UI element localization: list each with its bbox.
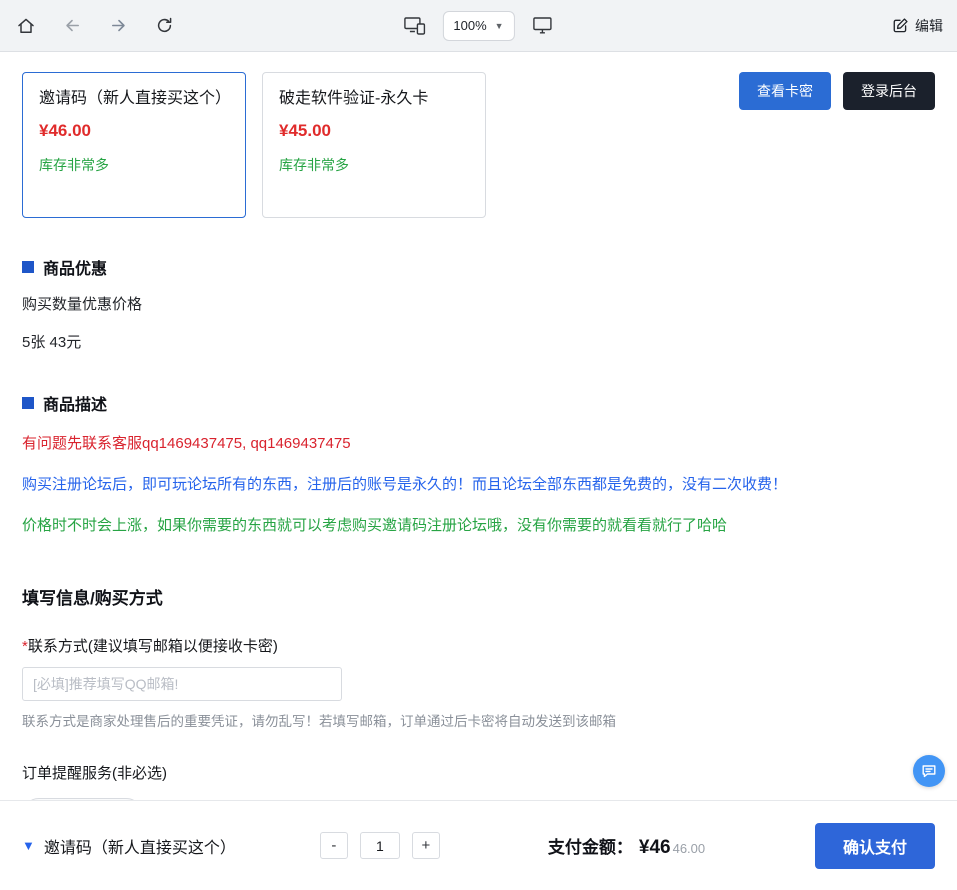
back-arrow-icon	[63, 16, 82, 35]
description-info-line: 购买注册论坛后，即可玩论坛所有的东西，注册后的账号是永久的！而且论坛全部东西都是…	[22, 473, 935, 497]
product-name: 破走软件验证-永久卡	[279, 87, 469, 111]
header-actions: 查看卡密 登录后台	[739, 72, 935, 110]
pay-amount-value: ¥46	[639, 837, 671, 859]
responsive-view-button[interactable]	[402, 14, 426, 38]
home-button[interactable]	[14, 14, 38, 38]
customer-service-button[interactable]	[913, 755, 945, 787]
product-price: ¥45.00	[279, 121, 469, 141]
selected-product-toggle[interactable]: ▼ 邀请码（新人直接买这个）	[22, 834, 236, 858]
promo-section-heading: 商品优惠	[22, 255, 935, 279]
reminder-section-label: 订单提醒服务(非必选)	[22, 762, 935, 783]
promo-line-1: 购买数量优惠价格	[22, 294, 935, 317]
pay-amount-label: 支付金额：	[548, 833, 633, 858]
selected-product-name: 邀请码（新人直接买这个）	[44, 834, 236, 858]
description-title: 商品描述	[43, 391, 107, 415]
edit-label: 编辑	[915, 16, 943, 36]
description-price-line: 价格时不时会上涨，如果你需要的东西就可以考虑购买邀请码注册论坛哦，没有你需要的就…	[22, 514, 935, 538]
quantity-plus-button[interactable]: +	[412, 832, 440, 859]
top-toolbar: 100% ▼ 编辑	[0, 0, 957, 52]
refresh-button[interactable]	[152, 14, 176, 38]
login-backend-button[interactable]: 登录后台	[843, 72, 935, 110]
pay-amount-decimal: 46.00	[673, 841, 706, 856]
forward-arrow-icon	[109, 16, 128, 35]
form-section-title: 填写信息/购买方式	[22, 584, 935, 609]
product-card-invite-code[interactable]: 邀请码（新人直接买这个） ¥46.00 库存非常多	[22, 72, 246, 218]
contact-field-label: *联系方式(建议填写邮箱以便接收卡密)	[22, 635, 935, 656]
view-card-secret-button[interactable]: 查看卡密	[739, 72, 831, 110]
zoom-select[interactable]: 100% ▼	[442, 11, 514, 41]
quantity-minus-button[interactable]: -	[320, 832, 348, 859]
contact-input[interactable]	[22, 667, 342, 701]
desktop-view-button[interactable]	[531, 14, 555, 38]
product-price: ¥46.00	[39, 121, 229, 141]
product-name: 邀请码（新人直接买这个）	[39, 87, 229, 111]
promo-line-2: 5张 43元	[22, 332, 935, 355]
product-card-software-verify[interactable]: 破走软件验证-永久卡 ¥45.00 库存非常多	[262, 72, 486, 218]
pay-amount-group: 支付金额： ¥46 46.00	[548, 833, 705, 859]
quantity-stepper: - +	[320, 832, 440, 859]
toolbar-nav-group	[14, 14, 176, 38]
product-card-list: 邀请码（新人直接买这个） ¥46.00 库存非常多 破走软件验证-永久卡 ¥45…	[22, 72, 486, 218]
home-icon	[16, 16, 36, 36]
edit-button[interactable]: 编辑	[892, 16, 943, 36]
section-bullet-icon	[22, 397, 34, 409]
description-contact-line: 有问题先联系客服qq1469437475, qq1469437475	[22, 432, 935, 456]
forward-button[interactable]	[106, 14, 130, 38]
chevron-down-icon: ▼	[495, 21, 504, 31]
refresh-icon	[155, 16, 174, 35]
back-button[interactable]	[60, 14, 84, 38]
checkout-bar: ▼ 邀请码（新人直接买这个） - + 支付金额： ¥46 46.00 确认支付	[0, 800, 957, 890]
chat-bubble-icon	[921, 763, 937, 779]
description-section-heading: 商品描述	[22, 391, 935, 415]
desktop-monitor-icon	[532, 16, 553, 35]
product-stock: 库存非常多	[279, 155, 469, 175]
zoom-value: 100%	[453, 18, 486, 33]
edit-pencil-icon	[892, 17, 909, 34]
section-bullet-icon	[22, 261, 34, 273]
product-stock: 库存非常多	[39, 155, 229, 175]
confirm-pay-button[interactable]: 确认支付	[815, 823, 935, 869]
contact-help-text: 联系方式是商家处理售后的重要凭证，请勿乱写！若填写邮箱，订单通过后卡密将自动发送…	[22, 710, 935, 730]
triangle-down-icon: ▼	[22, 838, 35, 853]
responsive-devices-icon	[403, 16, 425, 35]
quantity-input[interactable]	[360, 832, 400, 859]
toolbar-preview-group: 100% ▼	[402, 0, 554, 51]
main-content: 邀请码（新人直接买这个） ¥46.00 库存非常多 破走软件验证-永久卡 ¥45…	[0, 72, 957, 836]
promo-title: 商品优惠	[43, 255, 107, 279]
